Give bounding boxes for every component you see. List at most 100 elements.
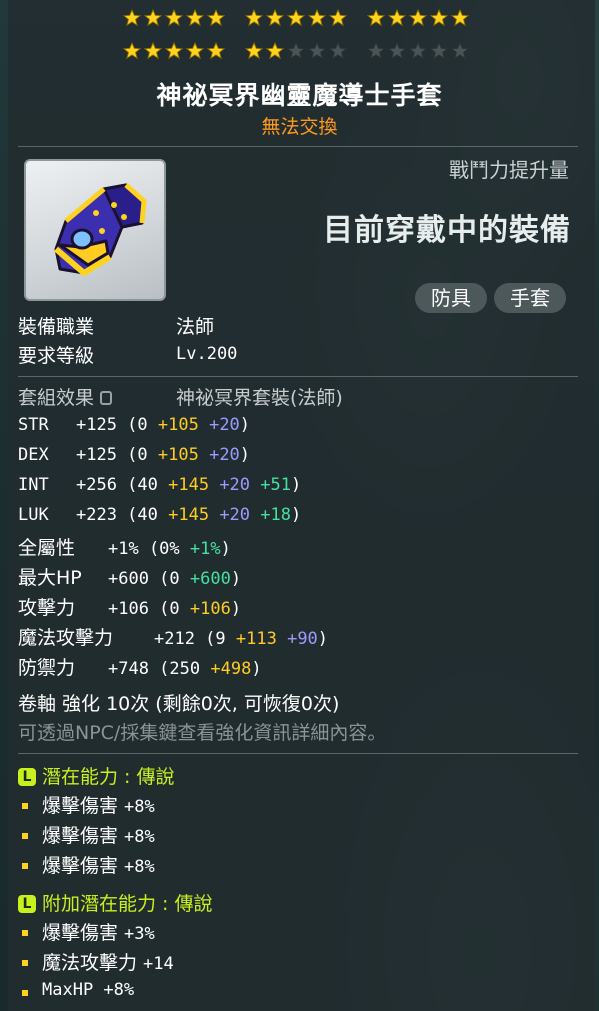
stat-row: 防禦力 +748 (250 +498): [18, 653, 262, 680]
star-empty-icon: [308, 42, 326, 60]
item-name: 神祕冥界幽靈魔導士手套: [156, 81, 443, 110]
bonus-potential-title: 附加潛在能力 : 傳說: [42, 893, 213, 915]
potential-value: +14: [143, 954, 174, 974]
legendary-badge: L: [18, 768, 36, 786]
star-filled-icon: [144, 42, 162, 60]
potential-stat: MaxHP: [42, 980, 104, 1000]
lock-icon[interactable]: [100, 391, 113, 405]
potential-line: 爆擊傷害 +8%: [42, 821, 155, 848]
star-filled-icon: [165, 9, 183, 27]
star-filled-icon: [123, 42, 141, 60]
star-filled-icon: [287, 9, 305, 27]
stat-close: ): [230, 569, 242, 589]
trade-status: 無法交換: [261, 116, 338, 138]
stat-name: LUK: [18, 505, 49, 525]
job-label: 裝備職業: [18, 316, 95, 338]
stat-bonus: +105: [157, 445, 210, 465]
star-filled-icon: [207, 9, 225, 27]
stat-bonus: +20: [219, 475, 261, 495]
stat-row: DEX +125 (0 +105 +20): [18, 443, 250, 465]
potential-value: +3%: [124, 924, 155, 944]
legendary-badge: L: [18, 895, 36, 913]
divider: [18, 146, 578, 147]
star-filled-icon: [207, 42, 225, 60]
bullet-icon: [22, 803, 28, 809]
star-group: [367, 9, 469, 27]
star-filled-icon: [266, 9, 284, 27]
stat-close: ): [290, 505, 302, 525]
stat-name: STR: [18, 415, 49, 435]
set-effect-name: 神祕冥界套裝(法師): [176, 387, 343, 409]
set-effect-label: 套組效果: [18, 387, 95, 409]
stat-bonus: +20: [219, 505, 261, 525]
stat-bonus: +600: [189, 569, 231, 589]
star-group: [245, 42, 347, 60]
stat-row: 魔法攻擊力 +212 (9 +113 +90): [18, 623, 328, 650]
stat-name: 魔法攻擊力: [18, 627, 114, 649]
level-label: 要求等級: [18, 345, 95, 367]
stat-name: DEX: [18, 445, 49, 465]
stat-row: 攻擊力 +106 (0 +106): [18, 593, 241, 620]
stat-close: ): [251, 659, 262, 679]
potential-stat: 魔法攻擊力: [42, 952, 144, 974]
potential-line: 爆擊傷害 +8%: [42, 791, 155, 818]
potential-stat: 爆擊傷害: [42, 825, 125, 847]
item-icon-frame[interactable]: [24, 159, 166, 301]
scroll-upgrade-info: 卷軸 強化 10次 (剩餘0次, 可恢復0次): [18, 693, 340, 715]
stat-bonus: +51: [260, 475, 291, 495]
combat-power-label: 戰鬥力提升量: [449, 158, 569, 182]
stat-row: LUK +223 (40 +145 +20 +18): [18, 503, 301, 525]
potential-title: 潛在能力 : 傳說: [42, 766, 175, 788]
bullet-icon: [22, 833, 28, 839]
stat-total: +256 (40: [76, 475, 169, 495]
star-filled-icon: [186, 9, 204, 27]
potential-stat: 爆擊傷害: [42, 855, 125, 877]
bullet-icon: [22, 960, 28, 966]
glove-icon: [54, 183, 147, 276]
star-group: [245, 9, 347, 27]
star-filled-icon: [329, 9, 347, 27]
stat-name: 最大HP: [18, 567, 82, 589]
stat-bonus: +20: [209, 445, 240, 465]
stat-total: +1% (0%: [108, 539, 190, 559]
stat-close: ): [220, 539, 231, 559]
star-filled-icon: [186, 42, 204, 60]
star-filled-icon: [308, 9, 326, 27]
potential-value: +8%: [124, 797, 155, 817]
bullet-icon: [22, 990, 28, 996]
stat-bonus: +1%: [189, 539, 221, 559]
stat-close: ): [239, 415, 251, 435]
stat-row: 最大HP +600 (0 +600): [18, 563, 241, 590]
potential-value: +8%: [124, 857, 155, 877]
stat-close: ): [290, 475, 302, 495]
potential-stat: 爆擊傷害: [42, 795, 125, 817]
potential-line: 爆擊傷害 +8%: [42, 851, 155, 878]
star-filled-icon: [367, 9, 385, 27]
set-effect-row: 套組效果: [18, 383, 118, 410]
job-value: 法師: [176, 316, 215, 338]
stat-name: 全屬性: [18, 537, 76, 559]
level-value: Lv.200: [176, 344, 238, 364]
star-filled-icon: [266, 42, 284, 60]
stat-total: +125 (0: [76, 445, 158, 465]
star-group: [367, 42, 469, 60]
stat-close: ): [230, 599, 242, 619]
star-empty-icon: [430, 42, 448, 60]
currently-equipped-label: 目前穿戴中的裝備: [323, 213, 571, 248]
tag-armor: 防具: [415, 283, 487, 313]
stat-total: +223 (40: [76, 505, 169, 525]
tag-gloves: 手套: [494, 283, 566, 313]
stat-row: 全屬性 +1% (0% +1%): [18, 533, 231, 560]
stat-row: STR +125 (0 +105 +20): [18, 413, 250, 435]
stat-bonus: +90: [287, 629, 318, 649]
stat-bonus: +145: [168, 475, 220, 495]
potential-line: MaxHP +8%: [42, 978, 134, 1000]
stat-bonus: +105: [157, 415, 210, 435]
bullet-icon: [22, 863, 28, 869]
stat-name: INT: [18, 475, 49, 495]
stat-name: 防禦力: [18, 657, 76, 679]
star-empty-icon: [329, 42, 347, 60]
stat-total: +125 (0: [76, 415, 158, 435]
stat-row: INT +256 (40 +145 +20 +51): [18, 473, 301, 495]
stat-total: +748 (250: [108, 659, 211, 679]
